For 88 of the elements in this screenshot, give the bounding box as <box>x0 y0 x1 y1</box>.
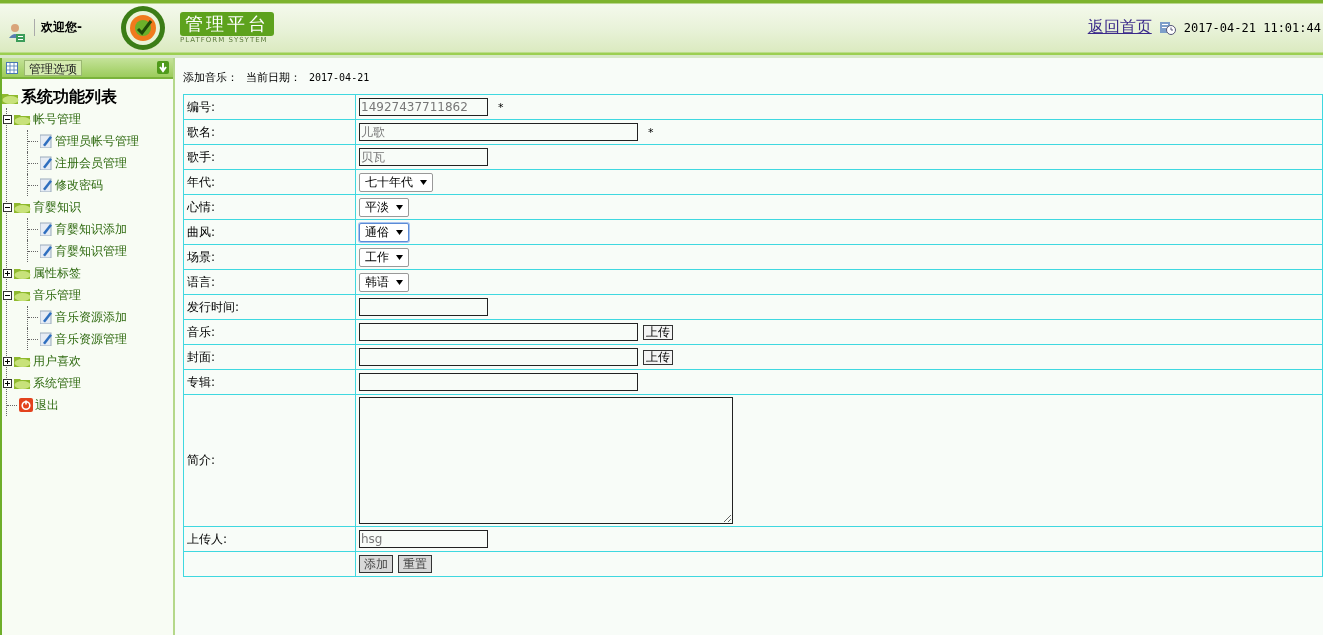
form-label-cell: 编号: <box>183 94 356 120</box>
tree-item[interactable]: 注册会员管理 <box>27 152 173 174</box>
caret-icon <box>396 254 403 260</box>
folder-icon <box>14 201 31 213</box>
required-mark: * <box>648 125 654 139</box>
select-dropdown[interactable]: 平淡 <box>359 197 409 217</box>
form-label-cell: 专辑: <box>183 369 356 395</box>
down-arrow-icon[interactable] <box>157 61 169 74</box>
text-field[interactable]: 14927437711862 <box>359 98 488 116</box>
form-label-cell: 歌名: <box>183 119 356 145</box>
text-field[interactable]: 儿歌 <box>359 123 638 141</box>
expander-icon[interactable] <box>3 268 12 278</box>
tree-item[interactable]: 音乐资源管理 <box>27 328 173 350</box>
tree-item[interactable]: 修改密码 <box>27 174 173 196</box>
form-button[interactable]: 添加 <box>359 555 393 573</box>
date-label: 当前日期： <box>246 69 301 85</box>
select-dropdown[interactable]: 韩语 <box>359 272 409 292</box>
select-dropdown[interactable]: 通俗 <box>359 222 409 242</box>
select-dropdown[interactable]: 七十年代 <box>359 172 433 192</box>
tree-root-label: 系统功能列表 <box>21 87 117 108</box>
pencil-icon <box>40 222 53 236</box>
text-field[interactable] <box>359 373 638 391</box>
tree-item[interactable]: 系统管理 <box>7 372 173 394</box>
select-dropdown[interactable]: 工作 <box>359 247 409 267</box>
caret-icon <box>420 179 427 185</box>
upload-button[interactable]: 上传 <box>643 324 673 340</box>
caret-icon <box>396 229 403 235</box>
tree-item[interactable]: 育婴知识添加 <box>27 218 173 240</box>
form-label-cell: 歌手: <box>183 144 356 170</box>
folder-icon <box>2 91 19 104</box>
tree-item[interactable]: 音乐管理 <box>7 284 173 306</box>
upload-button[interactable]: 上传 <box>643 349 673 365</box>
expander-icon[interactable] <box>3 290 12 300</box>
required-mark: * <box>498 100 504 114</box>
page-title: 添加音乐： <box>183 69 238 85</box>
caret-icon <box>396 279 403 285</box>
folder-icon <box>14 113 31 125</box>
folder-icon <box>14 267 31 279</box>
text-field[interactable] <box>359 298 488 316</box>
date-text: 2017-04-21 <box>309 71 370 83</box>
file-field[interactable] <box>359 323 638 341</box>
form-label-cell: 曲风: <box>183 219 356 245</box>
expander-icon[interactable] <box>3 356 12 366</box>
pencil-icon <box>40 178 53 192</box>
clock-icon <box>1159 20 1176 35</box>
logo-title: 管理平台 <box>180 11 274 36</box>
logo-icon <box>120 4 166 51</box>
pencil-icon <box>40 310 53 324</box>
tree-item[interactable]: 用户喜欢 <box>7 350 173 372</box>
file-field[interactable] <box>359 348 638 366</box>
form-label-cell: 封面: <box>183 344 356 370</box>
tree-item[interactable]: 帐号管理 <box>7 108 173 130</box>
expander-icon[interactable] <box>3 114 12 124</box>
form-label-cell: 上传人: <box>183 526 356 552</box>
home-link[interactable]: 返回首页 <box>1087 17 1152 38</box>
power-icon <box>19 398 33 412</box>
welcome-text: 欢迎您- <box>34 19 82 36</box>
tree-item[interactable]: 育婴知识 <box>7 196 173 218</box>
form-label-cell: 语言: <box>183 269 356 295</box>
caret-icon <box>396 204 403 210</box>
expander-icon[interactable] <box>3 378 12 388</box>
pencil-icon <box>40 332 53 346</box>
form-label-cell: 音乐: <box>183 319 356 345</box>
options-button[interactable]: 管理选项 <box>24 59 82 76</box>
form-label-cell: 年代: <box>183 169 356 195</box>
tree-item[interactable]: 属性标签 <box>7 262 173 284</box>
form-label-cell: 场景: <box>183 244 356 270</box>
datetime-text: 2017-04-21 11:01:44 <box>1183 20 1321 35</box>
user-icon <box>8 22 26 43</box>
pencil-icon <box>40 244 53 258</box>
folder-icon <box>14 355 31 367</box>
expander-icon[interactable] <box>3 202 12 212</box>
table-icon <box>6 61 18 74</box>
folder-icon <box>14 377 31 389</box>
folder-icon <box>14 289 31 301</box>
text-field[interactable]: hsg <box>359 530 488 548</box>
description-textarea[interactable] <box>359 397 733 524</box>
tree-item[interactable]: 管理员帐号管理 <box>27 130 173 152</box>
tree-item[interactable]: 音乐资源添加 <box>27 306 173 328</box>
form-label-cell: 简介: <box>183 394 356 527</box>
form-label-cell: 心情: <box>183 194 356 220</box>
form-label-cell: 发行时间: <box>183 294 356 320</box>
text-field[interactable]: 贝瓦 <box>359 148 488 166</box>
pencil-icon <box>40 134 53 148</box>
tree-item[interactable]: 育婴知识管理 <box>27 240 173 262</box>
pencil-icon <box>40 156 53 170</box>
form-button[interactable]: 重置 <box>398 555 432 573</box>
tree-item[interactable]: 退出 <box>7 394 173 416</box>
